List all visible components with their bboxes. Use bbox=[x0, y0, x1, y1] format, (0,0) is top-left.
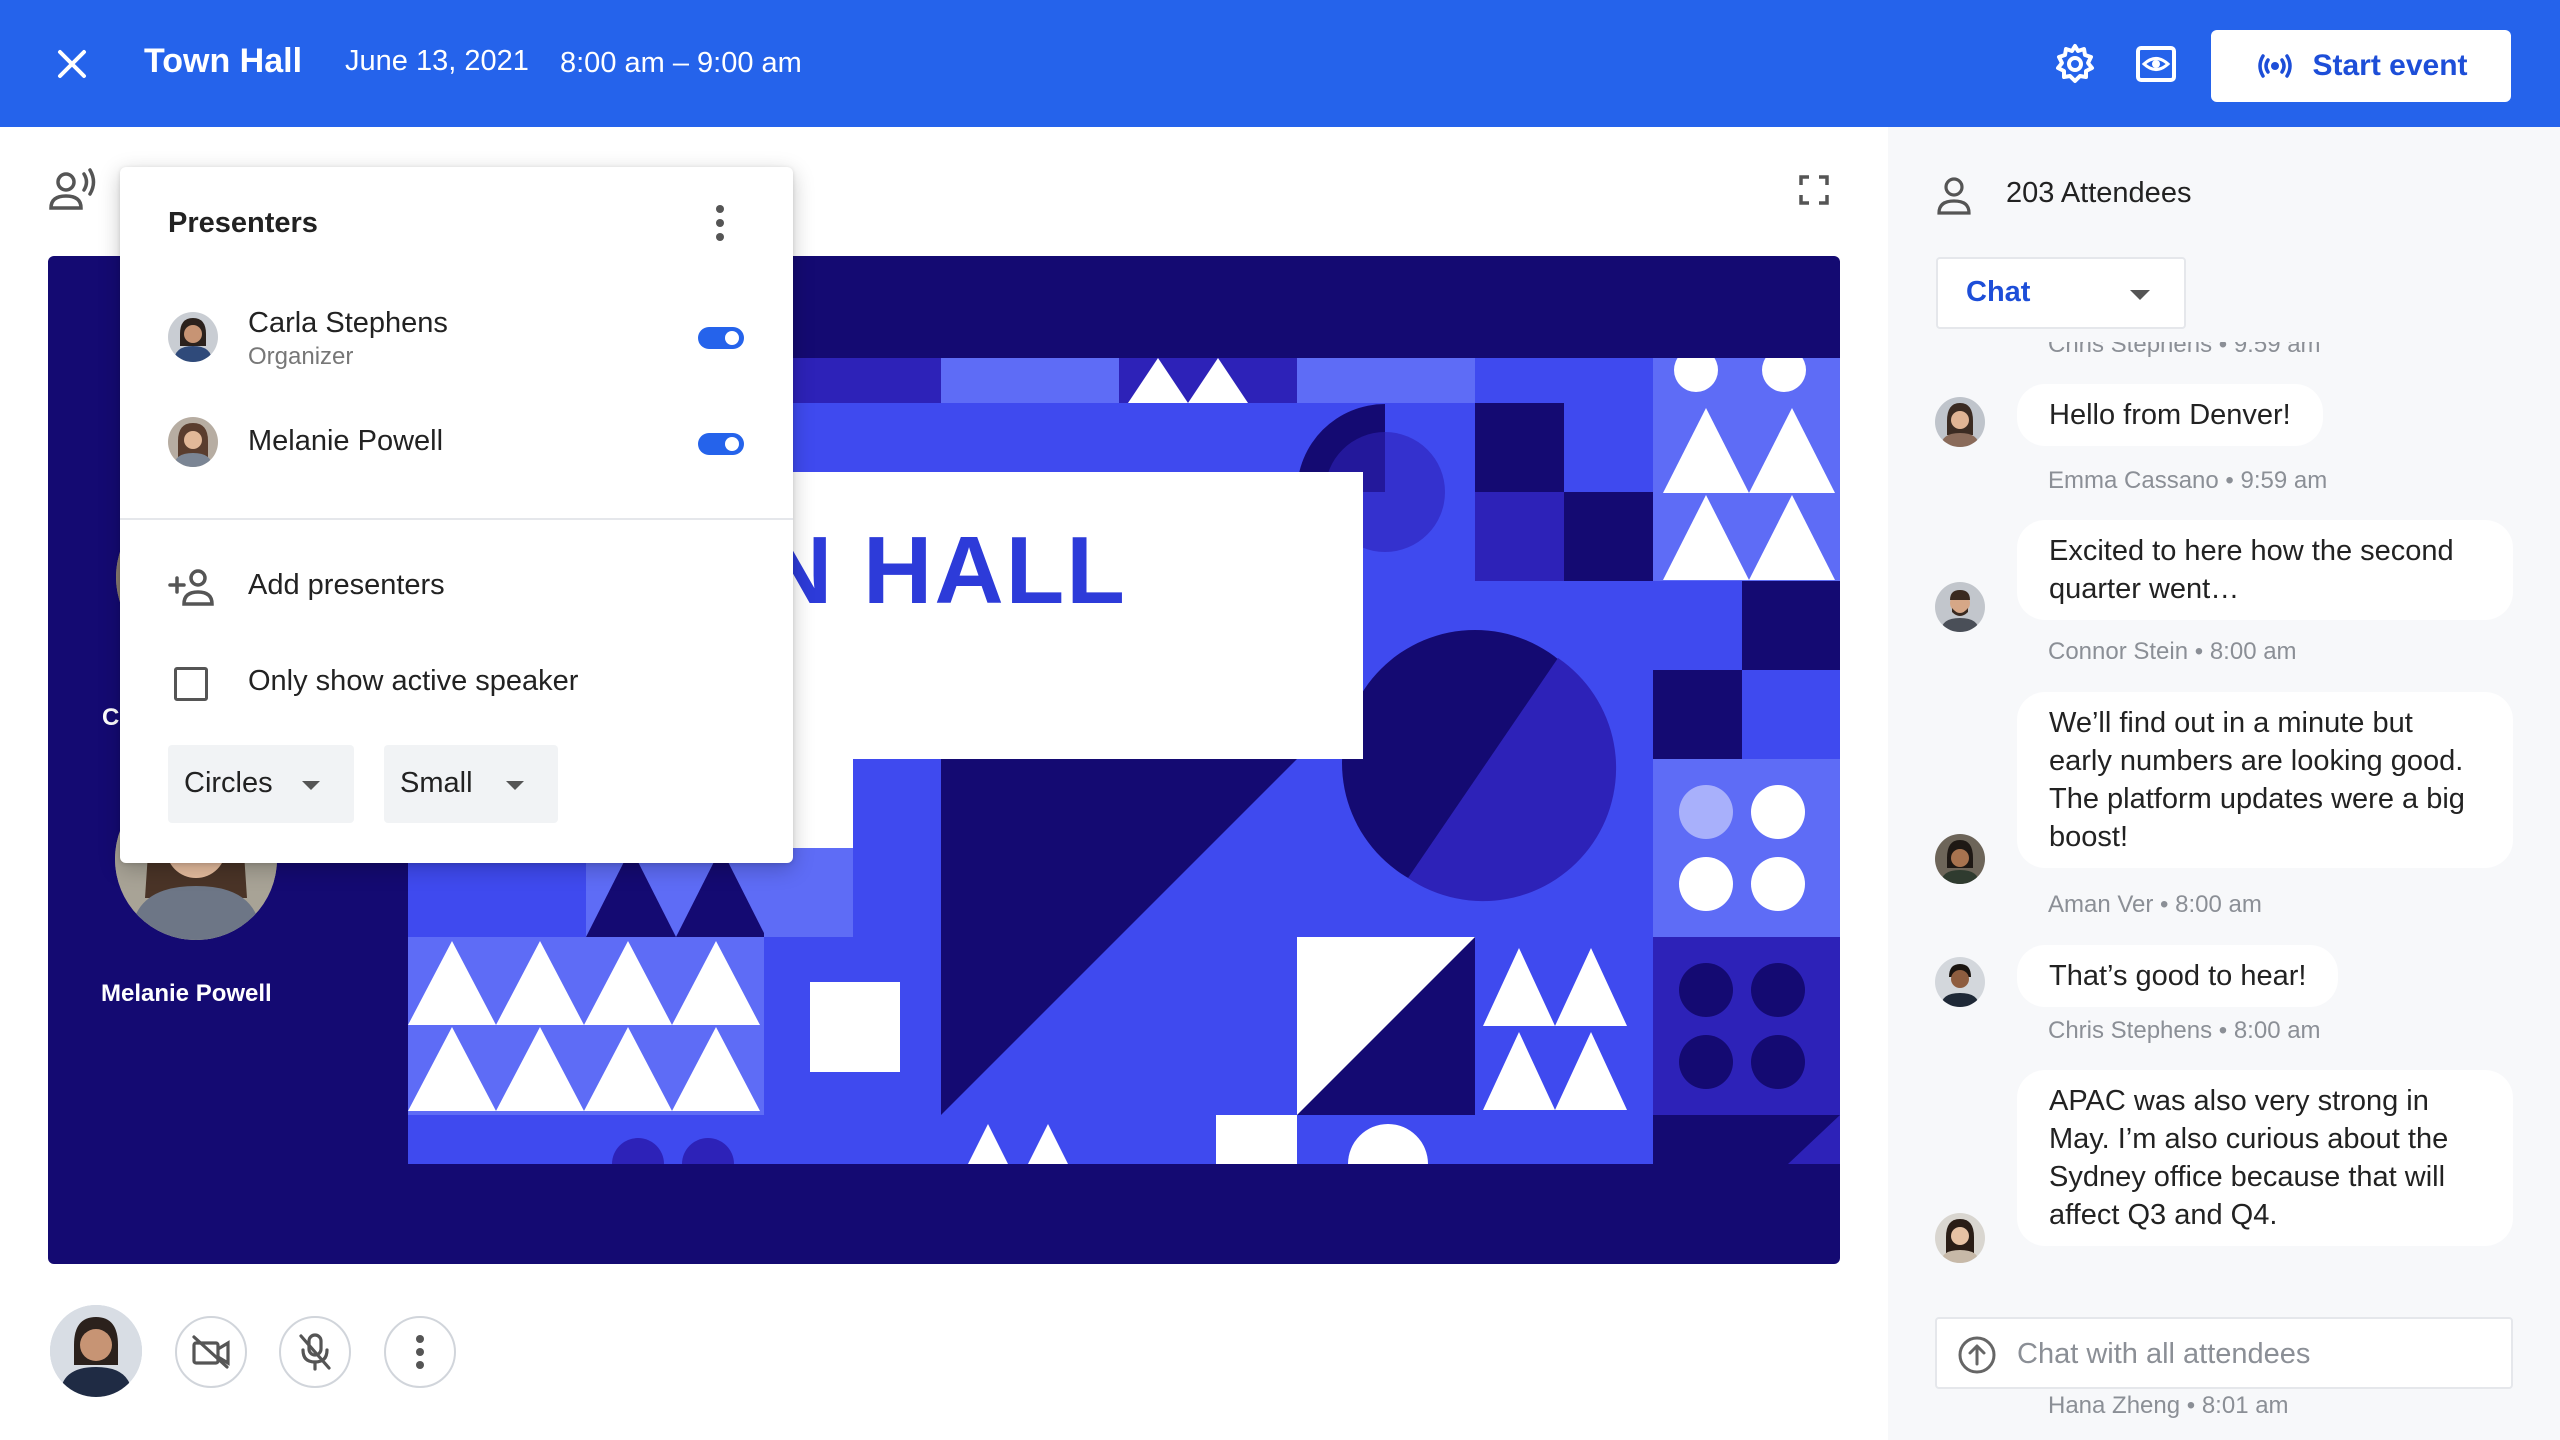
message-meta: Connor Stein • 8:00 am bbox=[2048, 638, 2297, 665]
close-icon bbox=[58, 50, 86, 78]
presenter-label-melanie: Melanie Powell bbox=[101, 980, 272, 1007]
chevron-down-icon bbox=[302, 781, 320, 790]
message-bubble: That’s good to hear! bbox=[2017, 945, 2339, 1007]
message-meta: Chris Stephens • 9:59 am bbox=[2048, 342, 2321, 358]
slide-title-text: N HALL bbox=[763, 517, 1127, 624]
send-up-icon[interactable] bbox=[1957, 1335, 1997, 1375]
avatar bbox=[1935, 1213, 1985, 1263]
settings-button[interactable] bbox=[2053, 42, 2097, 86]
gear-icon bbox=[2056, 44, 2094, 83]
mic-toggle-button[interactable] bbox=[279, 1316, 351, 1388]
chevron-down-icon bbox=[2130, 290, 2150, 300]
message-bubble: We’ll find out in a minute but early num… bbox=[2017, 692, 2513, 868]
close-button[interactable] bbox=[52, 44, 92, 84]
event-title: Town Hall bbox=[144, 42, 303, 80]
message-meta: Emma Cassano • 9:59 am bbox=[2048, 467, 2328, 494]
fullscreen-icon[interactable] bbox=[1798, 174, 1830, 206]
message-bubble: APAC was also very strong in May. I’m al… bbox=[2017, 1070, 2513, 1246]
presenter-name: Melanie Powell bbox=[248, 425, 444, 457]
message-meta: Hana Zheng • 8:01 am bbox=[2048, 1392, 2289, 1419]
shape-select[interactable]: Circles bbox=[168, 745, 354, 823]
add-person-icon bbox=[168, 569, 214, 606]
message-bubble: Excited to here how the second quarter w… bbox=[2017, 520, 2513, 620]
size-select-value: Small bbox=[400, 767, 473, 799]
camera-toggle-button[interactable] bbox=[175, 1316, 247, 1388]
message-meta: Chris Stephens • 8:00 am bbox=[2048, 1017, 2321, 1044]
presenters-popup: Presenters Carla Stephens Organizer Mela… bbox=[120, 167, 793, 863]
top-bar: Town Hall June 13, 2021 8:00 am – 9:00 a… bbox=[0, 0, 2560, 127]
avatar bbox=[1935, 957, 1985, 1007]
popup-title: Presenters bbox=[168, 207, 318, 239]
presenter-row: Melanie Powell bbox=[120, 397, 793, 497]
chat-input-box[interactable] bbox=[1935, 1317, 2513, 1389]
presenter-row: Carla Stephens Organizer bbox=[120, 287, 793, 387]
presenter-toggle[interactable] bbox=[698, 327, 744, 349]
more-vertical-icon[interactable] bbox=[702, 203, 738, 243]
message-list: Chris Stephens • 9:59 am Hello from Denv… bbox=[1888, 342, 2560, 1440]
broadcast-icon bbox=[2258, 54, 2293, 78]
person-icon bbox=[1937, 177, 1971, 215]
active-speaker-checkbox[interactable] bbox=[174, 667, 208, 701]
start-event-button[interactable]: Start event bbox=[2211, 30, 2511, 102]
message-bubble: Hello from Denver! bbox=[2017, 384, 2323, 446]
presenters-icon[interactable] bbox=[48, 168, 98, 212]
avatar bbox=[1935, 582, 1985, 632]
chat-input[interactable] bbox=[2017, 1331, 2497, 1377]
start-event-label: Start event bbox=[2312, 49, 2468, 82]
size-select[interactable]: Small bbox=[384, 745, 558, 823]
mic-off-icon bbox=[299, 1333, 331, 1371]
active-speaker-label: Only show active speaker bbox=[248, 665, 579, 697]
event-date: June 13, 2021 bbox=[345, 45, 529, 77]
more-vertical-icon bbox=[416, 1335, 424, 1369]
presenter-label-top: C bbox=[102, 704, 120, 731]
more-options-button[interactable] bbox=[384, 1316, 456, 1388]
presenter-name: Carla Stephens bbox=[248, 307, 448, 339]
shape-select-value: Circles bbox=[184, 767, 273, 799]
presenter-toggle[interactable] bbox=[698, 433, 744, 455]
view-as-attendee-button[interactable] bbox=[2135, 44, 2177, 84]
attendees-label: 203 Attendees bbox=[2006, 177, 2192, 209]
camera-off-icon bbox=[192, 1335, 230, 1369]
divider bbox=[120, 518, 793, 520]
add-presenters-button[interactable]: Add presenters bbox=[168, 559, 728, 615]
chat-mode-value: Chat bbox=[1966, 276, 2031, 308]
chevron-down-icon bbox=[506, 781, 524, 790]
active-speaker-checkbox-row[interactable]: Only show active speaker bbox=[168, 655, 728, 711]
eye-screen-icon bbox=[2136, 46, 2176, 82]
chat-panel: 203 Attendees Chat Chris Stephens • 9:59… bbox=[1888, 127, 2560, 1440]
chat-mode-select[interactable]: Chat bbox=[1936, 257, 2186, 329]
presenter-role: Organizer bbox=[248, 343, 354, 370]
avatar bbox=[168, 417, 218, 467]
self-avatar[interactable] bbox=[50, 1305, 142, 1397]
message-meta: Aman Ver • 8:00 am bbox=[2048, 891, 2262, 918]
avatar bbox=[1935, 834, 1985, 884]
add-presenters-label: Add presenters bbox=[248, 569, 445, 601]
event-time: 8:00 am – 9:00 am bbox=[560, 47, 802, 79]
avatar bbox=[168, 312, 218, 362]
avatar bbox=[1935, 397, 1985, 447]
